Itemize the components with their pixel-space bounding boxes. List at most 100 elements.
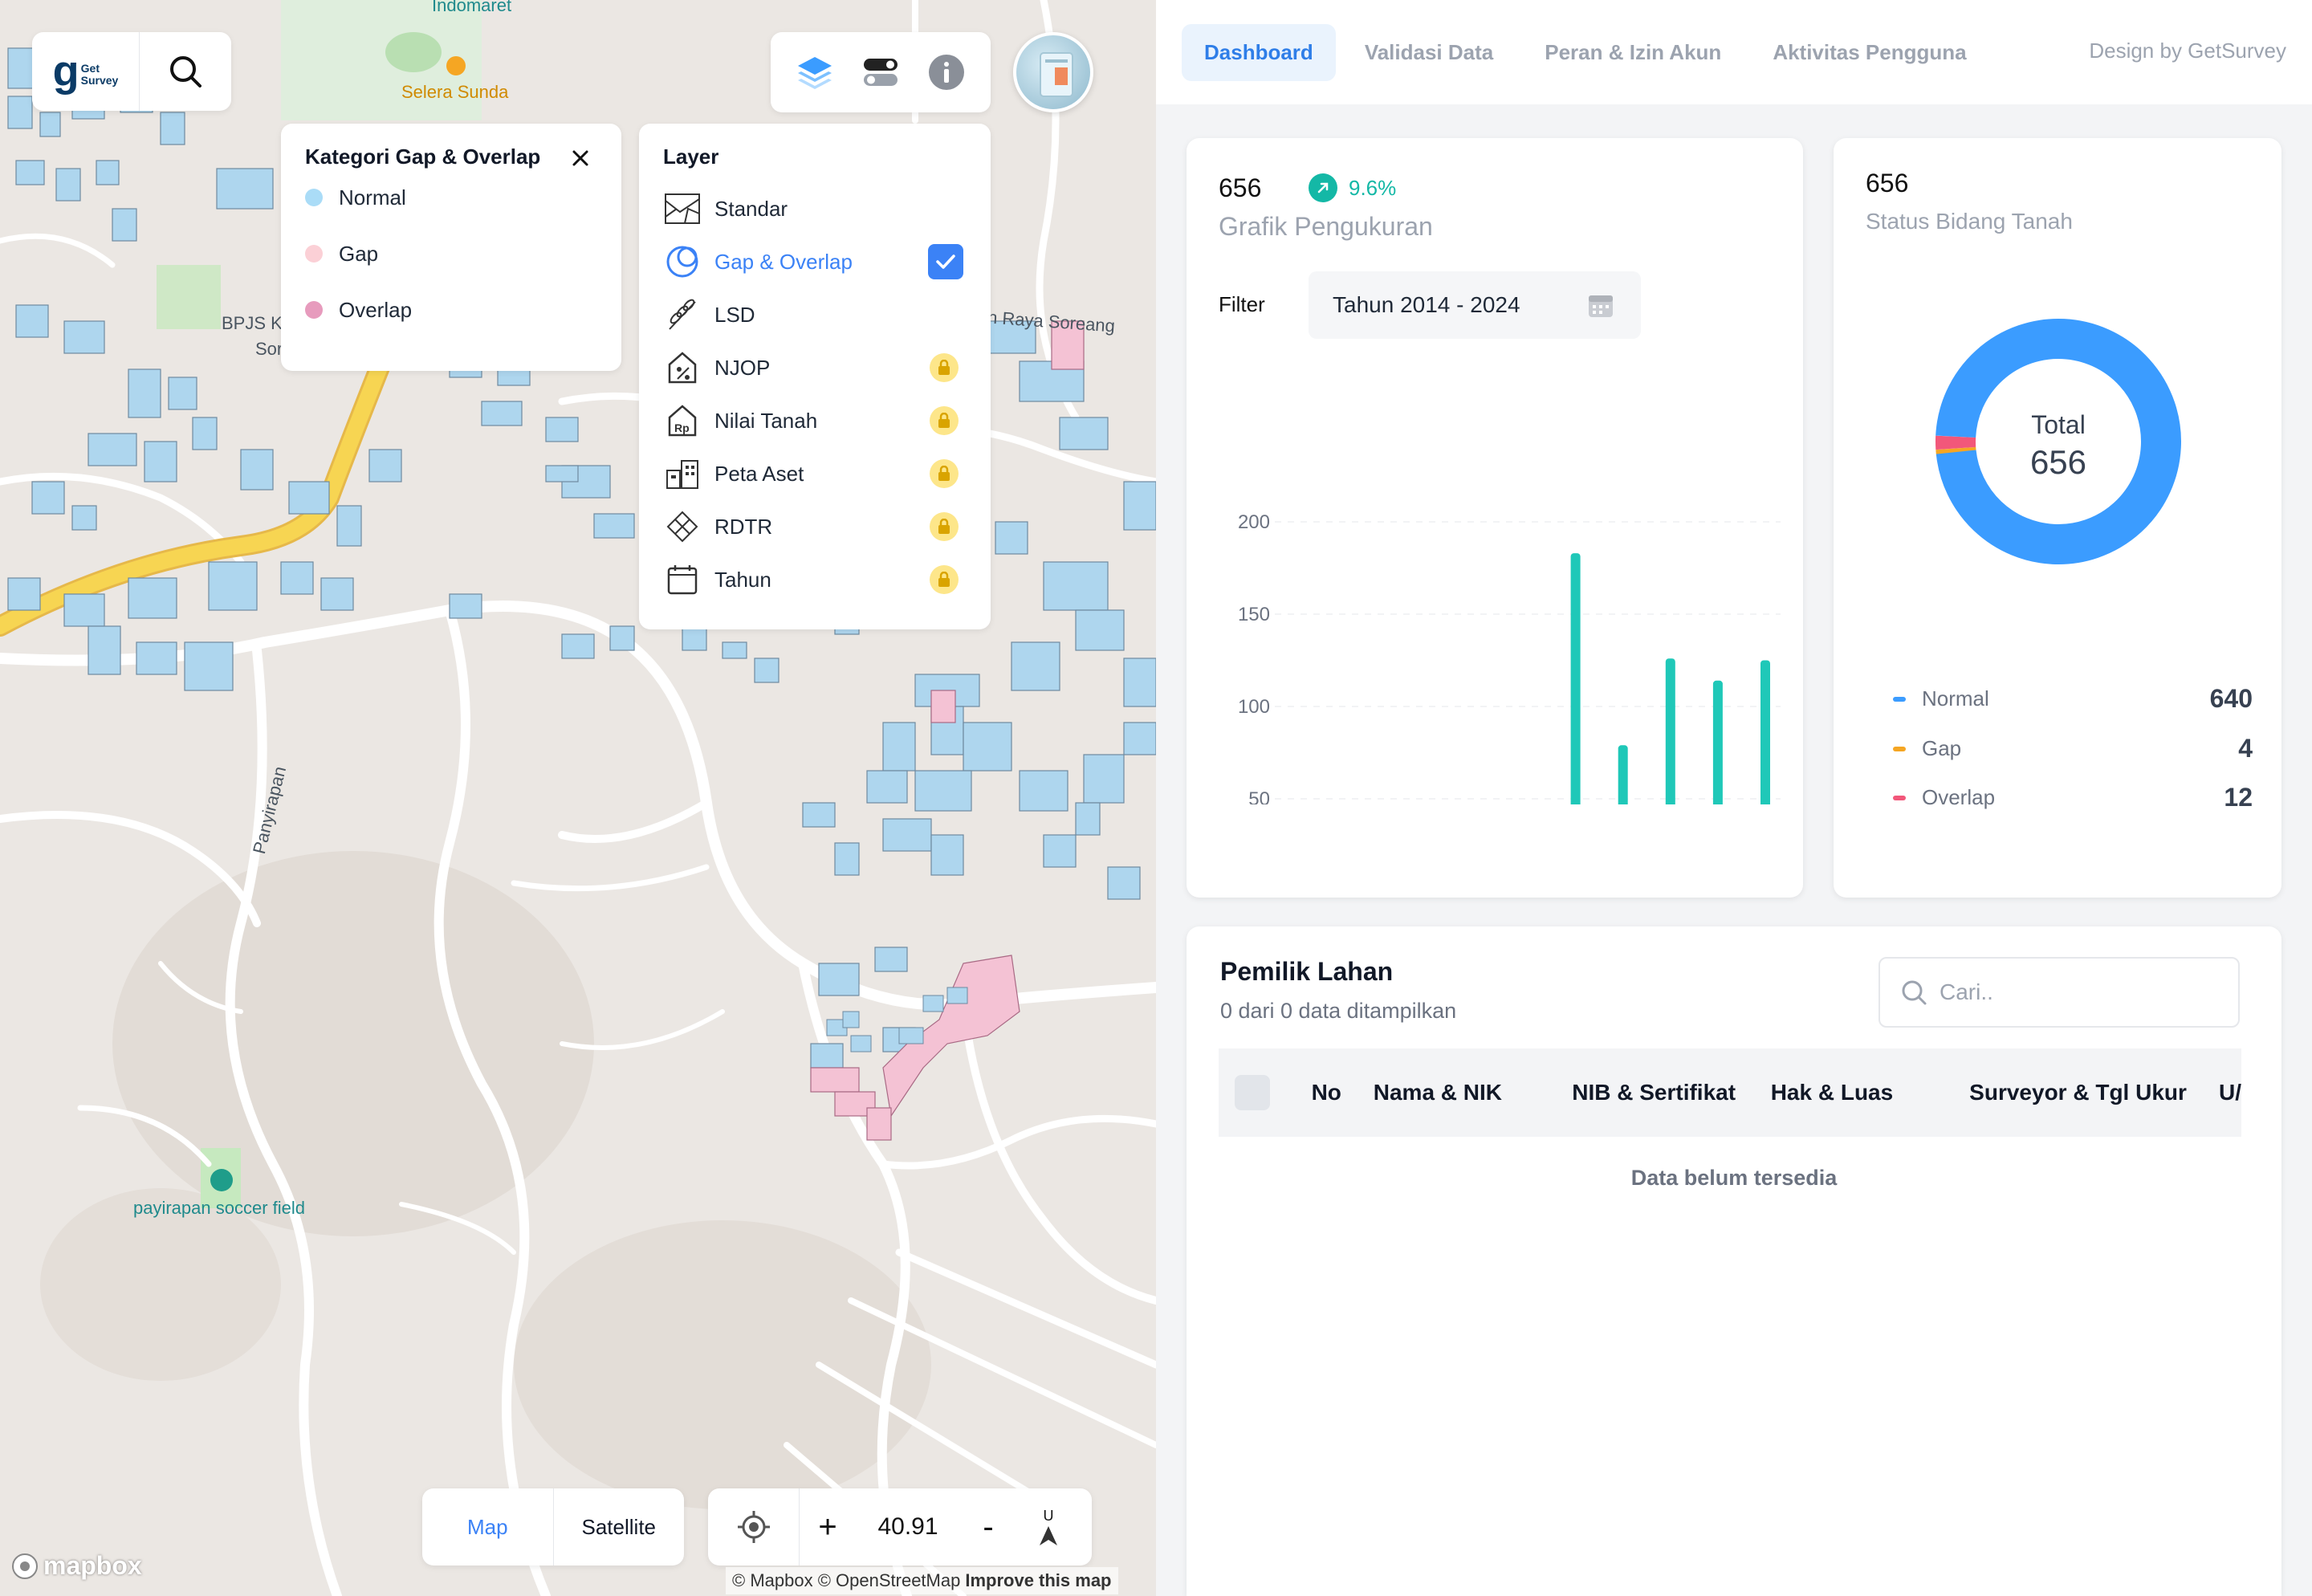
layer-item-nilai-tanah[interactable]: Rp Nilai Tanah	[663, 394, 967, 447]
owner-count-text: 0 dari 0 data ditampilkan	[1220, 999, 1457, 1023]
overlap-circles-icon	[666, 246, 698, 278]
lock-icon	[938, 466, 950, 481]
status-label: Overlap	[1922, 785, 1996, 809]
lock-icon	[938, 413, 950, 428]
col-nama-nik[interactable]: Nama & NIK	[1374, 1080, 1572, 1105]
calendar-icon	[1589, 295, 1613, 317]
layers-button[interactable]	[789, 47, 841, 98]
lock-icon	[938, 519, 950, 534]
map-label-bpjs: BPJS K	[222, 313, 283, 333]
layer-item-njop[interactable]: NJOP	[663, 341, 967, 394]
layer-item-rdtr[interactable]: RDTR	[663, 500, 967, 553]
toggle-settings-button[interactable]	[855, 47, 906, 98]
legend-close-button[interactable]	[568, 146, 592, 175]
status-value: 12	[2224, 783, 2253, 812]
gap-overlap-legend: Kategori Gap & Overlap Normal Gap Overla…	[281, 124, 621, 371]
layer-item-standar[interactable]: Standar	[663, 182, 967, 235]
map-canvas[interactable]: Indomaret Selera Sunda BPJS K Sor n Raya…	[0, 0, 1156, 1596]
owner-title: Pemilik Lahan	[1220, 957, 1394, 986]
tab-dashboard[interactable]: Dashboard	[1182, 23, 1336, 81]
mode-satellite-button[interactable]: Satellite	[554, 1488, 685, 1565]
buildings-icon	[666, 460, 698, 489]
select-all-checkbox[interactable]	[1235, 1075, 1270, 1110]
legend-label: Gap	[339, 241, 379, 266]
layer-item-lsd[interactable]: LSD	[663, 288, 967, 341]
close-icon	[572, 150, 588, 166]
toggle-icon	[864, 59, 898, 86]
info-button[interactable]	[921, 47, 972, 98]
improve-map-link[interactable]: Improve this map	[965, 1570, 1111, 1590]
compass-arrow-icon	[1040, 1525, 1057, 1545]
compass-button[interactable]: U	[1016, 1508, 1081, 1547]
legend-item-overlap: Overlap	[305, 282, 597, 338]
bar-2024[interactable]	[1760, 660, 1770, 805]
layer-item-gap-overlap[interactable]: Gap & Overlap	[663, 235, 967, 288]
col-hak-luas[interactable]: Hak & Luas	[1771, 1080, 1969, 1105]
zoom-in-button[interactable]: +	[800, 1509, 856, 1545]
diamond-grid-icon	[666, 511, 698, 543]
measurement-total: 656	[1219, 173, 1262, 202]
map-attribution: © Mapbox © OpenStreetMap Improve this map	[726, 1567, 1118, 1594]
bar-2020[interactable]	[1570, 553, 1581, 804]
owner-search-input[interactable]	[1940, 979, 2229, 1005]
status-row-overlap: Overlap 12	[1893, 783, 2253, 812]
map-mode-switch: Map Satellite	[422, 1488, 684, 1565]
col-surveyor-tgl[interactable]: Surveyor & Tgl Ukur	[1969, 1080, 2219, 1105]
locate-button[interactable]	[708, 1488, 800, 1565]
growth-value: 9.6%	[1349, 175, 1397, 200]
col-nib-sertifikat[interactable]: NIB & Sertifikat	[1572, 1080, 1770, 1105]
tab-aktivitas-pengguna[interactable]: Aktivitas Pengguna	[1750, 24, 1988, 81]
map-search-button[interactable]	[140, 32, 231, 111]
avatar-image	[1040, 52, 1073, 97]
zoom-out-button[interactable]: -	[960, 1509, 1016, 1545]
bar-2022[interactable]	[1665, 658, 1675, 804]
layer-label: Peta Aset	[714, 461, 804, 486]
legend-dot	[305, 245, 323, 263]
filter-value: Tahun 2014 - 2024	[1333, 292, 1520, 317]
status-swatch	[1893, 795, 1906, 800]
layer-label: Tahun	[714, 567, 771, 592]
layer-label: Nilai Tanah	[714, 408, 818, 433]
getsurvey-logo[interactable]: g Get Survey	[32, 32, 140, 111]
logo-text: Get Survey	[81, 63, 119, 87]
bar-2021[interactable]	[1618, 745, 1628, 804]
owner-search-box[interactable]	[1878, 957, 2240, 1028]
house-rp-icon: Rp	[668, 405, 697, 437]
legend-label: Normal	[339, 185, 406, 210]
legend-title: Kategori Gap & Overlap	[305, 145, 541, 169]
map-tools-card	[771, 32, 991, 112]
chart-title: Grafik Pengukuran	[1219, 212, 1433, 241]
donut-segment-normal[interactable]	[1935, 319, 2181, 564]
mode-map-button[interactable]: Map	[422, 1488, 554, 1565]
year-range-filter[interactable]: Tahun 2014 - 2024	[1309, 271, 1641, 339]
status-row-gap: Gap 4	[1893, 734, 2253, 763]
layer-item-tahun[interactable]: Tahun	[663, 553, 967, 606]
user-avatar[interactable]	[1013, 32, 1093, 112]
layer-label: LSD	[714, 302, 755, 327]
lock-icon	[938, 572, 950, 587]
mapbox-icon	[12, 1553, 38, 1579]
mapbox-wordmark: mapbox	[43, 1551, 142, 1580]
col-truncated[interactable]: U/	[2219, 1080, 2241, 1105]
locked-badge	[930, 406, 959, 435]
info-icon	[929, 55, 964, 90]
mapbox-logo[interactable]: mapbox	[11, 1551, 142, 1581]
land-owner-card: Pemilik Lahan 0 dari 0 data ditampilkan …	[1187, 926, 2281, 1596]
status-value: 640	[2209, 684, 2253, 713]
locked-badge	[930, 565, 959, 594]
layer-checkbox-checked[interactable]	[928, 244, 963, 279]
layer-item-peta-aset[interactable]: Peta Aset	[663, 447, 967, 500]
legend-dot	[305, 301, 323, 319]
attribution-text[interactable]: © Mapbox © OpenStreetMap	[732, 1570, 960, 1590]
status-row-normal: Normal 640	[1893, 684, 2253, 714]
bar-2023[interactable]	[1712, 680, 1723, 804]
top-navigation: Dashboard Validasi Data Peran & Izin Aku…	[1156, 0, 2312, 104]
tab-peran-izin-akun[interactable]: Peran & Izin Akun	[1522, 24, 1744, 81]
poi-label-indomaret: Indomaret	[432, 0, 512, 15]
col-no[interactable]: No	[1312, 1080, 1374, 1105]
donut-value: 656	[2030, 443, 2086, 481]
layer-panel: Layer Standar Gap & Overlap LSD NJOP Rp …	[639, 124, 991, 629]
filter-label: Filter	[1219, 292, 1265, 316]
locked-badge	[930, 353, 959, 382]
tab-validasi-data[interactable]: Validasi Data	[1342, 24, 1516, 81]
